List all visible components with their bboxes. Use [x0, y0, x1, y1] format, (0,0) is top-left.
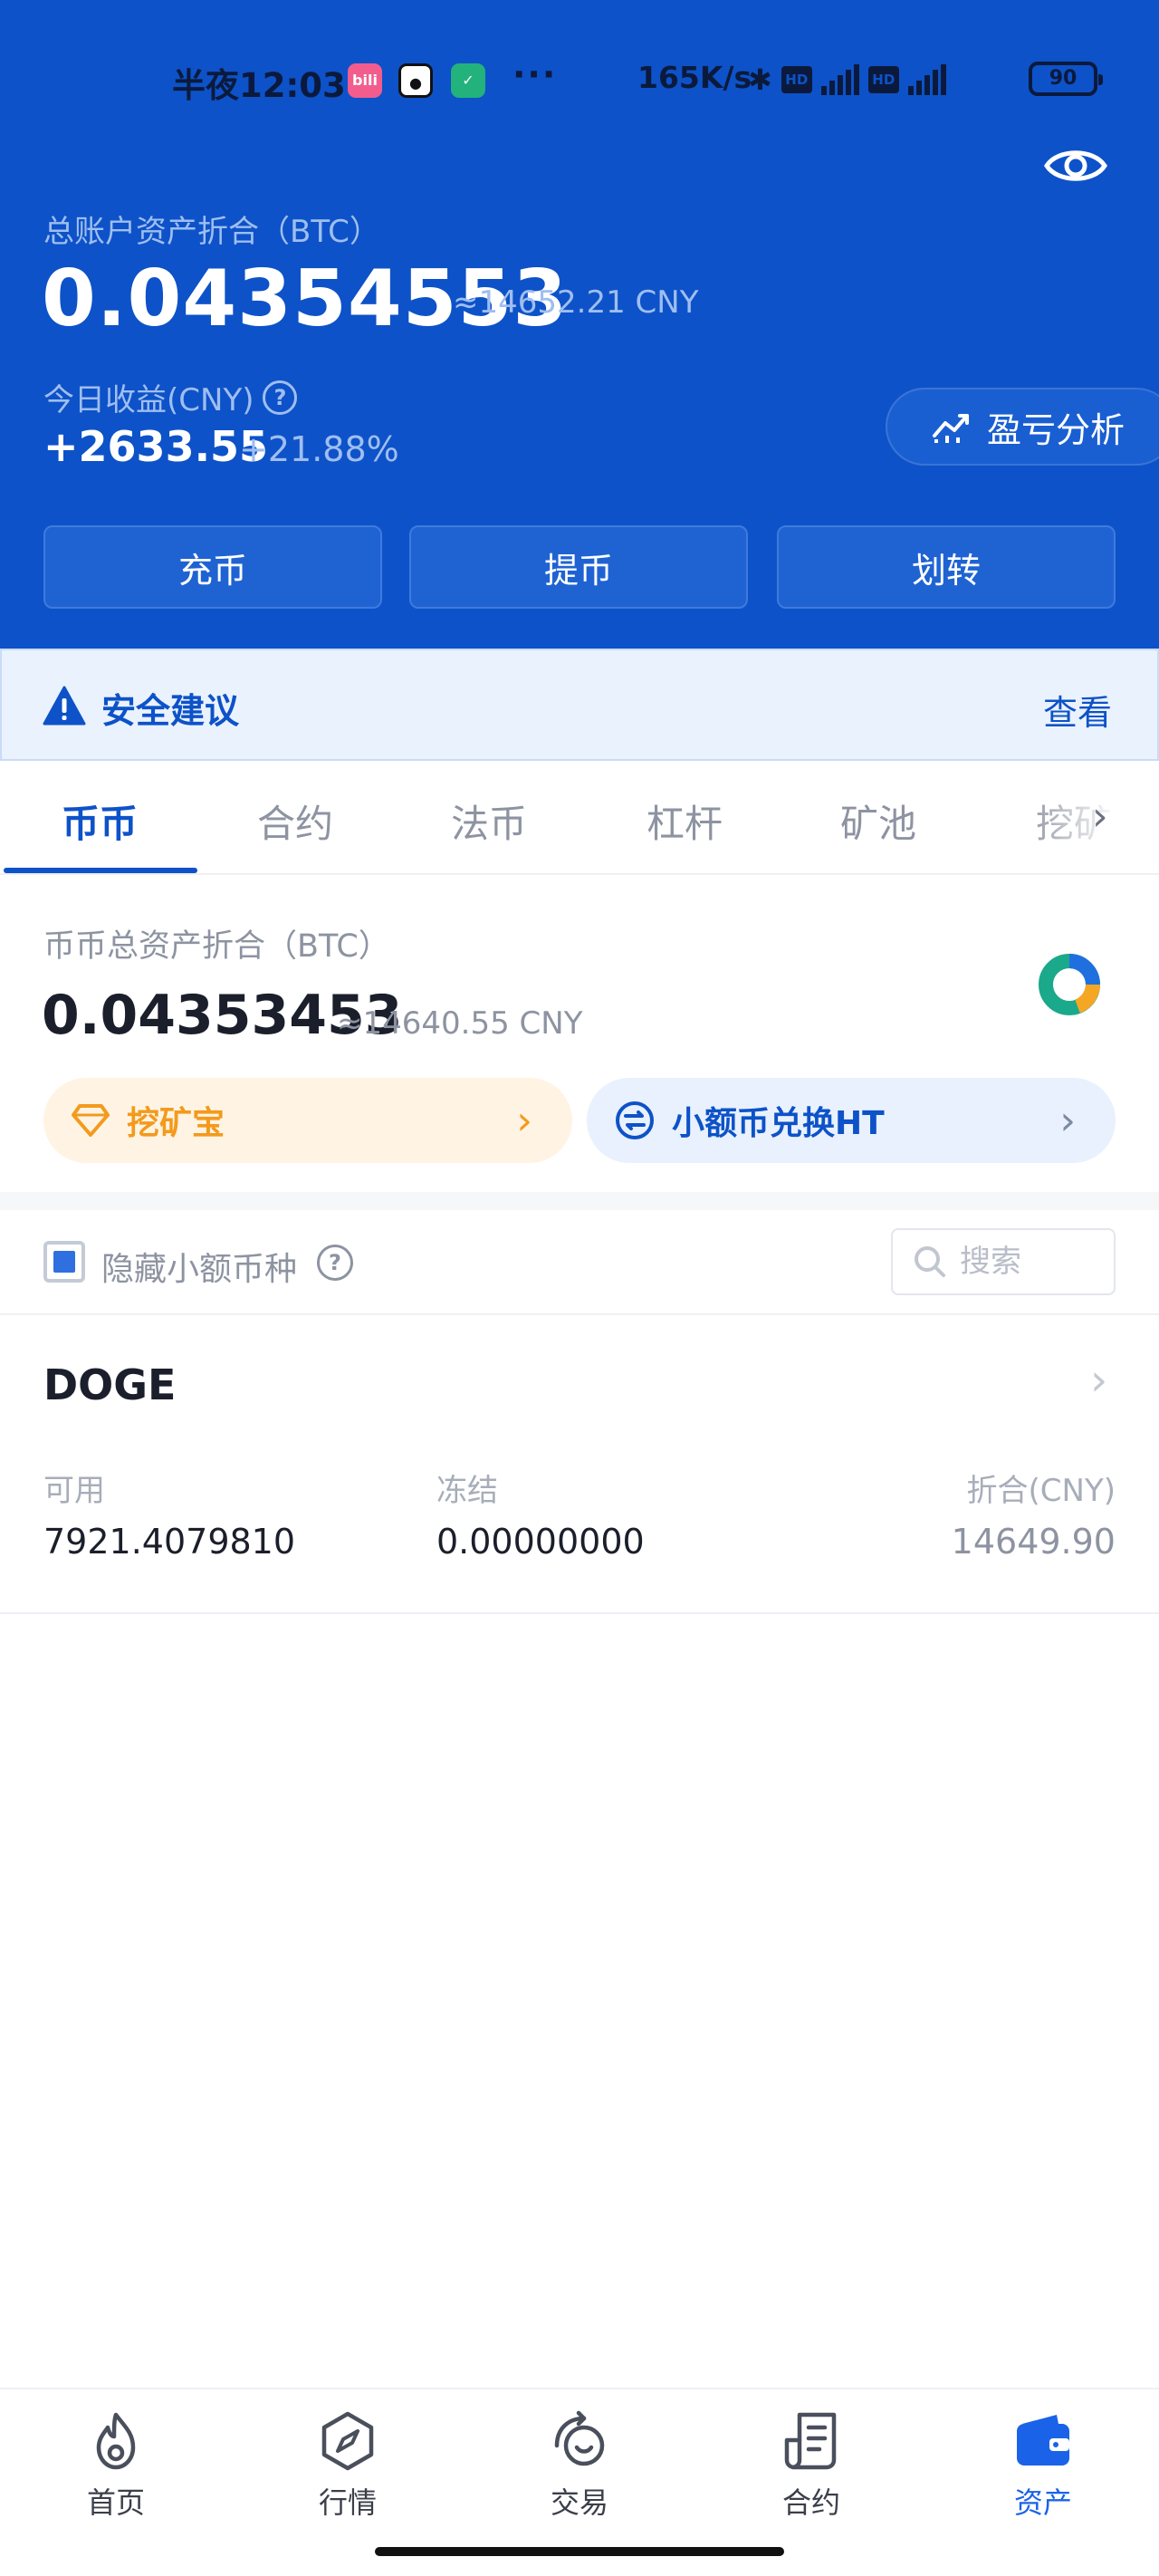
- status-icons: ✱ HD HD: [748, 62, 946, 98]
- document-icon: [784, 2412, 837, 2470]
- search-box[interactable]: [891, 1228, 1116, 1295]
- value-cny-label: 折合(CNY): [966, 1473, 1116, 1509]
- nav-trade-label: 交易: [550, 2485, 608, 2520]
- deposit-button[interactable]: 充币: [43, 525, 382, 609]
- chevron-right-icon: ›: [1059, 1097, 1076, 1144]
- nav-trade[interactable]: 交易: [507, 2409, 652, 2522]
- signal-icon: [907, 64, 946, 95]
- security-advice-label: 安全建议: [101, 691, 240, 731]
- exchange-icon: [554, 2410, 605, 2466]
- qq-icon: ●: [398, 63, 433, 98]
- hide-small-checkbox[interactable]: [43, 1241, 85, 1283]
- nav-market[interactable]: 行情: [275, 2409, 420, 2522]
- wallet-icon: [1017, 2415, 1069, 2465]
- home-indicator[interactable]: [375, 2547, 784, 2556]
- total-assets-label: 总账户资产折合（BTC）: [43, 214, 380, 250]
- tab-contract[interactable]: 合约: [257, 793, 333, 849]
- eye-icon[interactable]: [1043, 143, 1108, 188]
- nav-contract[interactable]: 合约: [739, 2409, 884, 2522]
- small-coin-exchange-label: 小额币兑换HT: [672, 1105, 885, 1142]
- mining-treasure-label: 挖矿宝: [127, 1105, 225, 1142]
- network-speed: 165K/s: [637, 60, 752, 95]
- available-label: 可用: [43, 1473, 105, 1509]
- chevron-right-icon[interactable]: ›: [1092, 793, 1108, 840]
- filter-row: 隐藏小额币种 ?: [0, 1210, 1159, 1315]
- today-profit-label-row: 今日收益(CNY) ?: [43, 375, 298, 419]
- frozen-label: 冻结: [436, 1473, 498, 1509]
- more-notifications-icon: ···: [512, 54, 558, 94]
- bluetooth-icon: ✱: [748, 62, 772, 97]
- coin-name: DOGE: [43, 1360, 177, 1409]
- tab-margin[interactable]: 杠杆: [647, 793, 723, 849]
- exchange-circle-icon: [616, 1101, 654, 1139]
- nav-contract-label: 合约: [781, 2485, 840, 2520]
- help-icon[interactable]: ?: [263, 380, 298, 415]
- active-tab-indicator: [4, 868, 197, 873]
- search-icon: [915, 1246, 945, 1277]
- tab-pool[interactable]: 矿池: [840, 793, 916, 849]
- diamond-icon: [72, 1104, 110, 1137]
- hd-icon: HD: [867, 66, 899, 93]
- section-divider: [0, 1192, 1159, 1210]
- today-profit-value: +2633.55: [43, 422, 269, 471]
- tab-fiat[interactable]: 法币: [451, 793, 527, 849]
- small-coin-exchange-button[interactable]: 小额币兑换HT ›: [587, 1078, 1116, 1163]
- chevron-right-icon: ›: [1090, 1355, 1108, 1406]
- nav-assets[interactable]: 资产: [971, 2409, 1116, 2522]
- nav-market-label: 行情: [318, 2485, 377, 2520]
- trend-chart-icon: [933, 414, 969, 443]
- hd-icon: HD: [781, 66, 812, 93]
- status-time: 半夜12:03: [172, 66, 346, 105]
- pnl-analysis-button[interactable]: 盈亏分析: [886, 388, 1159, 466]
- pnl-analysis-label: 盈亏分析: [987, 409, 1125, 450]
- nav-assets-label: 资产: [1013, 2485, 1072, 2520]
- today-profit-percent: +21.88%: [239, 429, 399, 469]
- transfer-button[interactable]: 划转: [777, 525, 1116, 609]
- warning-icon: [43, 686, 86, 726]
- withdraw-button[interactable]: 提币: [409, 525, 748, 609]
- spot-total-label: 币币总资产折合（BTC）: [43, 928, 390, 965]
- hide-small-label[interactable]: 隐藏小额币种: [101, 1243, 297, 1290]
- security-view-link[interactable]: 查看: [1043, 685, 1112, 735]
- flame-icon: [96, 2412, 136, 2470]
- tab-fade: [1023, 761, 1159, 870]
- spot-total-cny: ≈14640.55 CNY: [337, 1005, 583, 1042]
- today-profit-label: 今日收益(CNY): [43, 382, 254, 418]
- mining-treasure-button[interactable]: 挖矿宝 ›: [43, 1078, 572, 1163]
- status-bar: 半夜12:03 bili ● ✓ ··· 165K/s ✱ HD HD 90: [0, 53, 1159, 109]
- security-advice-bar[interactable]: 安全建议 查看: [0, 649, 1159, 761]
- frozen-value: 0.00000000: [436, 1522, 645, 1562]
- account-tabs: 币币 合约 法币 杠杆 矿池 挖矿 ›: [0, 761, 1159, 875]
- nav-home[interactable]: 首页: [43, 2409, 188, 2522]
- value-cny: 14649.90: [951, 1522, 1116, 1562]
- nav-home-label: 首页: [86, 2485, 145, 2520]
- battery-icon: 90: [1029, 62, 1103, 96]
- chevron-right-icon: ›: [516, 1097, 532, 1144]
- shield-app-icon: ✓: [451, 63, 485, 98]
- total-assets-cny: ≈14652.21 CNY: [453, 284, 699, 321]
- compass-icon: [321, 2411, 374, 2471]
- asset-row[interactable]: DOGE › 可用 冻结 折合(CNY) 7921.4079810 0.0000…: [0, 1315, 1159, 1614]
- pie-chart-icon[interactable]: [1036, 951, 1103, 1018]
- tab-spot[interactable]: 币币: [62, 793, 138, 849]
- asset-header: 半夜12:03 bili ● ✓ ··· 165K/s ✱ HD HD 90 总…: [0, 0, 1159, 649]
- checkbox-checked-mark: [53, 1251, 75, 1273]
- help-icon[interactable]: ?: [317, 1245, 353, 1281]
- bilibili-icon: bili: [348, 63, 382, 98]
- available-value: 7921.4079810: [43, 1522, 296, 1562]
- search-input[interactable]: [960, 1244, 1096, 1280]
- signal-icon: [820, 64, 859, 95]
